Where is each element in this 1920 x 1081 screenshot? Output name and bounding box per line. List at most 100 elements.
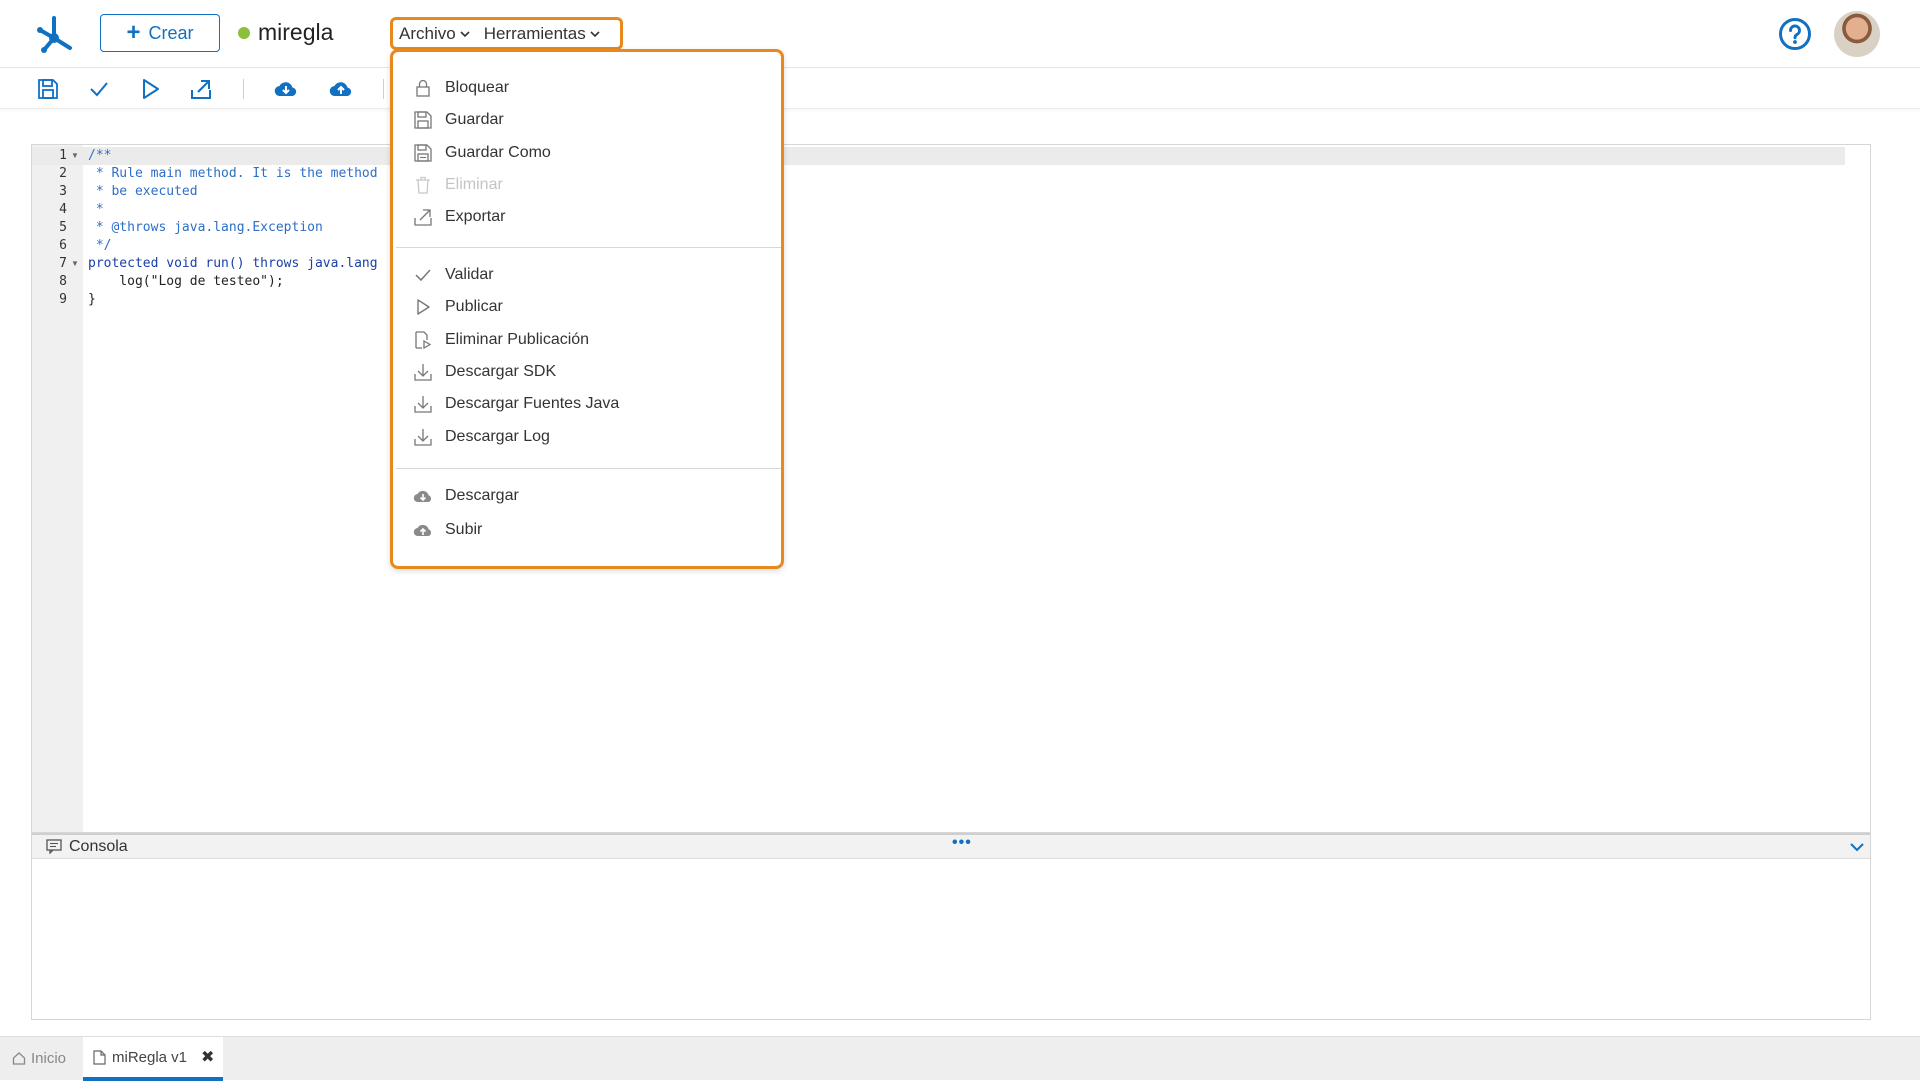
export-icon (414, 209, 432, 226)
menu-item-eliminar[interactable]: Eliminar (413, 173, 503, 197)
line-number: 3 (59, 184, 67, 199)
code-line: log("Log de testeo"); (88, 274, 284, 289)
menu-item-validar[interactable]: Validar (413, 263, 494, 287)
save-icon (414, 111, 432, 129)
chevron-down-icon (460, 30, 470, 37)
check-icon (415, 269, 431, 282)
line-number: 9 (59, 292, 67, 307)
lock-icon (416, 79, 430, 97)
download-icon (414, 429, 432, 446)
create-button-label: Crear (148, 22, 194, 43)
cloud-download-icon (413, 490, 432, 503)
toolbar-separator (383, 79, 384, 99)
menu-item-descargar[interactable]: Descargar (413, 484, 519, 508)
tab-document-label: miRegla v1 (112, 1048, 188, 1066)
menu-item-guardar-como[interactable]: Guardar Como (413, 141, 551, 165)
menu-item-label: Eliminar (445, 176, 503, 193)
code-line: */ (88, 238, 112, 253)
toolbar-separator (243, 79, 244, 99)
console-header[interactable]: Consola ••• (32, 833, 1870, 859)
menu-item-label: Descargar Log (445, 428, 550, 445)
chevron-down-icon (590, 30, 600, 37)
console-icon (46, 839, 62, 854)
chevron-down-icon[interactable] (1850, 842, 1864, 852)
menu-item-label: Descargar Fuentes Java (445, 395, 620, 412)
cloud-upload-icon (413, 524, 432, 537)
code-editor[interactable]: 1 2 3 4 5 6 7 8 9 ▼ ▼ /** * Rule main me… (31, 144, 1871, 833)
document-title: miregla (258, 19, 334, 45)
menu-item-descargar-sdk[interactable]: Descargar SDK (413, 360, 556, 384)
line-number: 5 (59, 220, 67, 235)
menu-item-label: Publicar (445, 298, 503, 315)
menu-item-eliminar-publicacion[interactable]: Eliminar Publicación (413, 328, 589, 352)
menu-item-descargar-fuentes-java[interactable]: Descargar Fuentes Java (413, 392, 619, 416)
menu-item-descargar-log[interactable]: Descargar Log (413, 425, 550, 449)
create-button[interactable]: + Crear (100, 14, 220, 52)
line-number: 2 (59, 166, 67, 181)
menu-divider (396, 247, 781, 248)
line-number: 6 (59, 238, 67, 253)
code-line: * (88, 202, 104, 217)
menu-item-publicar[interactable]: Publicar (413, 295, 503, 319)
menu-item-exportar[interactable]: Exportar (413, 205, 505, 229)
line-number: 1 (59, 148, 67, 163)
tab-home-label: Inicio (31, 1049, 67, 1067)
menu-item-subir[interactable]: Subir (413, 518, 482, 542)
status-dot (238, 27, 250, 39)
line-number: 4 (59, 202, 67, 217)
app-header: + Crear miregla Archivo Herramientas (0, 0, 1920, 68)
menu-item-bloquear[interactable]: Bloquear (413, 76, 509, 100)
bottom-tab-bar: Inicio miRegla v1 ✖ (0, 1036, 1920, 1081)
trash-icon (416, 176, 430, 194)
plus-icon: + (126, 19, 141, 46)
menu-archivo-label: Archivo (399, 23, 456, 43)
fold-arrow-icon[interactable]: ▼ (71, 259, 79, 268)
cloud-upload-icon[interactable] (329, 77, 353, 101)
resize-handle-icon[interactable]: ••• (952, 834, 972, 852)
menu-herramientas[interactable]: Herramientas (484, 24, 600, 44)
fold-arrow-icon[interactable]: ▼ (71, 151, 79, 160)
tab-home[interactable]: Inicio (12, 1037, 66, 1079)
tab-document[interactable]: miRegla v1 ✖ (83, 1037, 223, 1081)
code-line: * Rule main method. It is the method (88, 166, 378, 181)
menu-item-label: Guardar Como (445, 144, 551, 161)
code-line: /** (88, 148, 112, 163)
help-icon[interactable] (1778, 17, 1812, 51)
menu-item-label: Validar (445, 266, 494, 283)
menu-item-label: Subir (445, 521, 483, 538)
check-icon[interactable] (87, 77, 111, 101)
menu-item-label: Guardar (445, 111, 504, 128)
download-icon (414, 364, 432, 381)
editor-toolbar (0, 69, 1920, 109)
menu-item-label: Eliminar Publicación (445, 331, 590, 348)
menu-herramientas-label: Herramientas (483, 23, 586, 43)
line-number: 8 (59, 274, 67, 289)
menu-bar: Archivo Herramientas (390, 17, 623, 50)
save-icon[interactable] (36, 77, 60, 101)
code-line: protected void run() throws java.lang (88, 256, 378, 271)
menu-item-label: Bloquear (445, 79, 510, 96)
unpublish-icon (415, 331, 432, 350)
app-logo-icon[interactable] (34, 12, 78, 56)
user-avatar[interactable] (1834, 11, 1880, 57)
document-icon (93, 1049, 106, 1065)
save-as-icon (414, 144, 432, 162)
home-icon (12, 1052, 26, 1065)
line-number: 7 (59, 256, 67, 271)
download-icon (414, 396, 432, 413)
cloud-download-icon[interactable] (274, 77, 298, 101)
console-label: Consola (69, 838, 128, 855)
menu-divider (396, 468, 781, 469)
export-icon[interactable] (189, 77, 213, 101)
archivo-dropdown-menu: Bloquear Guardar Guardar Como Eliminar E… (390, 49, 784, 569)
menu-item-guardar[interactable]: Guardar (413, 108, 504, 132)
code-line: * be executed (88, 184, 198, 199)
menu-archivo[interactable]: Archivo (399, 24, 470, 44)
play-icon (417, 299, 430, 315)
close-icon[interactable]: ✖ (201, 1047, 214, 1067)
menu-item-label: Descargar SDK (445, 363, 557, 380)
menu-item-label: Descargar (445, 487, 519, 504)
play-icon[interactable] (138, 77, 162, 101)
code-line: * @throws java.lang.Exception (88, 220, 323, 235)
code-line: } (88, 292, 96, 307)
